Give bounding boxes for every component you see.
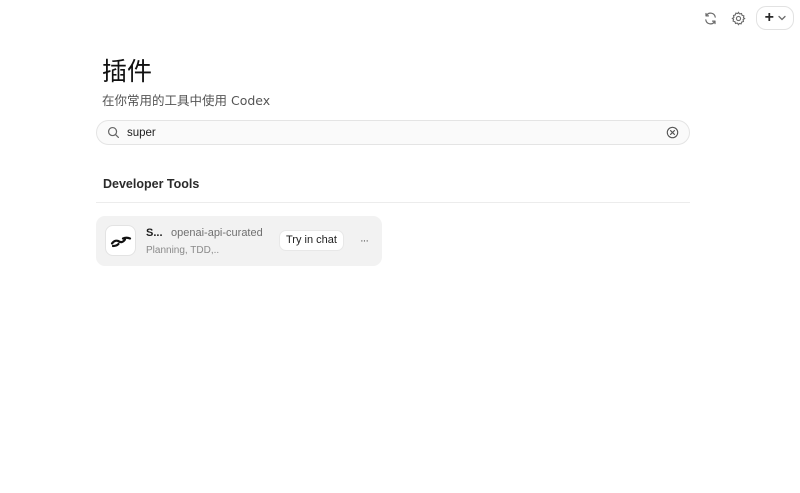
clear-search-icon[interactable] <box>666 126 680 140</box>
plugin-source: openai-api-curated <box>171 227 263 239</box>
page-title: 插件 <box>102 57 153 86</box>
plugin-description: Planning, TDD,.. <box>146 245 220 256</box>
refresh-icon[interactable] <box>700 7 722 29</box>
plugin-logo <box>105 225 136 256</box>
chevron-down-icon <box>778 15 786 21</box>
search-input[interactable] <box>127 122 666 143</box>
page-subtitle: 在你常用的工具中使用 Codex <box>102 93 271 108</box>
plugin-name: S... <box>146 227 163 239</box>
new-button[interactable]: + <box>755 6 794 30</box>
search-bar <box>96 120 690 145</box>
more-options-icon[interactable]: ··· <box>356 230 372 251</box>
try-in-chat-button[interactable]: Try in chat <box>279 230 344 251</box>
plus-icon: + <box>764 9 774 26</box>
gear-icon[interactable] <box>728 7 750 29</box>
section-divider <box>96 202 690 203</box>
section-title: Developer Tools <box>103 177 200 191</box>
plugins-page: + 插件 在你常用的工具中使用 Codex Developer Tools S.… <box>0 0 800 493</box>
plugin-card[interactable]: S... openai-api-curated Planning, TDD,..… <box>96 216 382 266</box>
top-toolbar: + <box>700 6 794 30</box>
search-icon <box>107 126 121 140</box>
